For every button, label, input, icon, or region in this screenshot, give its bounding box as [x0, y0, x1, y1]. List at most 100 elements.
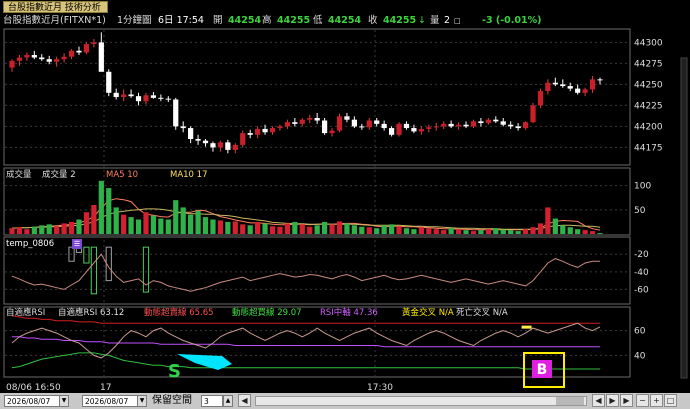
candle-body — [545, 82, 551, 92]
candle-body — [441, 123, 447, 127]
candle-body — [292, 122, 298, 124]
candle-body — [493, 119, 499, 122]
candle-body — [158, 97, 164, 99]
volume-bar — [485, 229, 491, 234]
candle-body — [314, 118, 320, 121]
candle-body — [359, 126, 365, 128]
vertical-scrollbar[interactable] — [680, 57, 688, 379]
volume-bar — [24, 229, 30, 234]
close-arrow-icon: ↓ — [418, 15, 426, 26]
volume-bar — [441, 230, 447, 234]
rsi-cross-marker — [521, 325, 532, 329]
quote-info-bar: 台股指數近月(FITXN*1) 1分鐘圖 6日 17:54 開 44254 高 … — [0, 14, 690, 28]
volume-bar — [143, 212, 149, 234]
indicator-list-icon[interactable]: ☰ — [72, 239, 82, 249]
first-page-icon[interactable]: ◀ — [238, 394, 251, 407]
candle-body — [277, 126, 283, 129]
rsi-axis-tick: 60 — [634, 327, 646, 337]
volume-bar — [269, 226, 276, 234]
volume-axis-tick: 50 — [634, 206, 646, 216]
legend-item: RSI中軸 47.36 — [320, 308, 378, 318]
volume-panel-frame — [3, 167, 631, 236]
volume-bar — [240, 224, 246, 234]
volume-bar — [277, 226, 283, 234]
date-from-dropdown-icon[interactable]: ▼ — [59, 395, 69, 407]
volume-bar — [433, 229, 439, 234]
candle-body — [537, 91, 544, 106]
reserve-space-label: 保留空間 — [152, 395, 192, 406]
volume-bar — [560, 225, 566, 234]
candle-body — [336, 116, 343, 131]
volume-bar — [135, 219, 142, 234]
candle-body — [552, 82, 558, 85]
candle-body — [597, 79, 603, 81]
y-axes: 44300 44275 44250 44225 44200 44175 100 50 -20 -4… — [634, 38, 663, 361]
change-value: -3 (-0.01%) — [482, 15, 542, 26]
candle-body — [217, 142, 224, 148]
volume-bar — [329, 224, 335, 234]
volume-bar — [217, 220, 224, 234]
close-value: 44255 — [383, 15, 417, 26]
horizontal-scrollbar-thumb[interactable] — [556, 397, 584, 405]
candle-body — [351, 119, 357, 127]
next-page-icon[interactable]: ▶ — [606, 394, 619, 407]
candle-body — [61, 56, 67, 60]
candle-body — [143, 95, 149, 102]
candle-body — [508, 124, 514, 127]
candle-body — [403, 123, 410, 129]
candle-body — [262, 128, 268, 133]
window-tab[interactable]: 台股指數近月 技術分析 — [3, 1, 108, 13]
candle-body — [344, 116, 350, 120]
sell-signal-label: S — [168, 361, 181, 382]
volume-bar — [403, 228, 410, 234]
candle-body — [46, 59, 52, 62]
candle-body — [322, 120, 328, 134]
candle-body — [210, 143, 216, 148]
candle-body — [54, 59, 60, 62]
volume-bar — [68, 221, 75, 234]
candle-body — [76, 50, 82, 53]
volume-bar — [165, 219, 171, 234]
temp-axis-tick: -20 — [634, 250, 649, 260]
zoom-in-icon[interactable]: + — [650, 394, 663, 407]
high-value: 44255 — [277, 15, 311, 26]
open-value: 44254 — [228, 15, 262, 26]
volume-bar — [61, 223, 67, 234]
reserve-space-spinner-icon[interactable]: ▲ — [223, 395, 233, 407]
candle-body — [240, 133, 246, 145]
zoom-reset-icon[interactable]: □ — [664, 394, 677, 407]
prev-page-icon[interactable]: ◀ — [592, 394, 605, 407]
volume-value: 2 — [444, 15, 451, 26]
candle-body — [31, 55, 37, 58]
candle-body — [135, 96, 142, 102]
zoom-out-icon[interactable]: − — [636, 394, 649, 407]
candle-body — [106, 71, 112, 93]
volume-bar — [418, 227, 424, 234]
volume-bar — [396, 226, 402, 234]
volume-bar — [284, 223, 290, 234]
candle-body — [515, 126, 521, 129]
date-to-dropdown-icon[interactable]: ▼ — [137, 395, 147, 407]
candle-body — [560, 84, 566, 87]
date-from-field[interactable]: 2026/08/07 — [4, 395, 60, 407]
volume-bar — [121, 214, 127, 234]
date-to-field[interactable]: 2026/08/07 — [82, 395, 138, 407]
volume-bar — [344, 223, 350, 234]
rsi-axis-tick: 40 — [634, 351, 646, 361]
volume-bar — [545, 207, 551, 234]
volume-bar — [150, 215, 157, 234]
volume-axis-tick: 100 — [634, 182, 651, 192]
candle-body — [522, 122, 529, 129]
last-page-icon[interactable]: ▶ — [620, 394, 633, 407]
volume-bar — [597, 233, 603, 234]
volume-bar — [158, 218, 164, 234]
bottom-toolbar: 2026/08/07 ▼ 2026/08/07 ▼ 保留空間 3 ▲ ◀ ◀ ▶… — [0, 393, 690, 409]
candle-body — [485, 119, 491, 124]
candle-body — [567, 86, 573, 89]
volume-bar — [359, 226, 365, 234]
chart-area[interactable]: 44300 44275 44250 44225 44200 44175 100 50 -20 -4… — [0, 28, 690, 393]
reserve-space-input[interactable]: 3 — [201, 395, 223, 407]
volume-bar — [180, 207, 186, 234]
horizontal-scrollbar-track[interactable] — [255, 396, 587, 406]
volume-bar — [262, 223, 268, 234]
